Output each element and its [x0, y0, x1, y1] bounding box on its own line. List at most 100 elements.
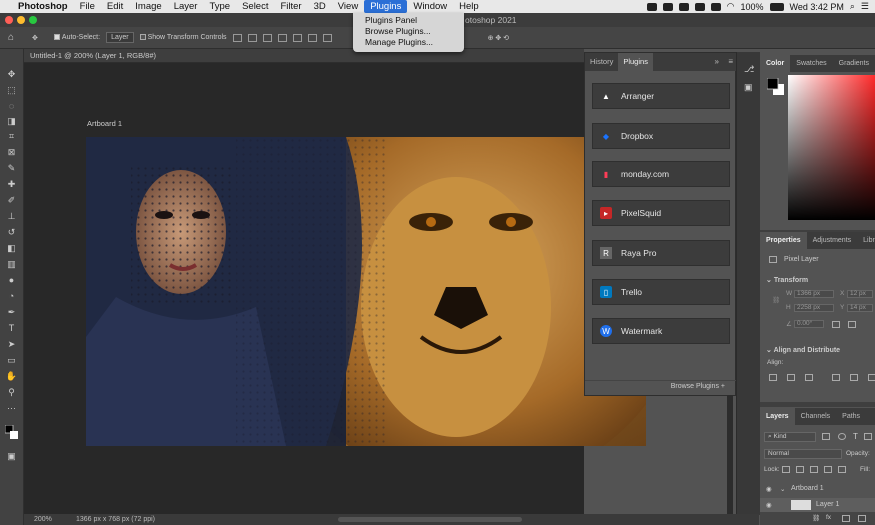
align-right-icon[interactable]: [262, 33, 272, 42]
plugin-pixelsquid[interactable]: ▸ PixelSquid: [592, 200, 730, 226]
menu-window[interactable]: Window: [407, 0, 453, 13]
auto-select-dropdown[interactable]: Layer: [106, 32, 134, 43]
color-picker-field[interactable]: [788, 75, 875, 220]
tab-color[interactable]: Color: [760, 55, 791, 72]
filter-shape-icon[interactable]: [864, 433, 872, 440]
lock-all-icon[interactable]: [838, 466, 846, 473]
layer-filter-dropdown[interactable]: ⌕ Kind: [764, 432, 816, 442]
hand-tool-icon[interactable]: ✋: [5, 371, 18, 382]
transform-section[interactable]: ⌄ Transform: [766, 276, 808, 284]
creative-cloud-icon[interactable]: [646, 2, 657, 11]
tab-swatches[interactable]: Swatches: [790, 55, 832, 72]
align-horizontal-centers-icon[interactable]: [787, 374, 795, 381]
pen-tool-icon[interactable]: ✒: [5, 307, 18, 318]
panel-menu-icon[interactable]: ≡: [728, 57, 733, 66]
layer-row-artboard[interactable]: ◉ ⌄ Artboard 1: [760, 482, 875, 497]
plugin-arranger[interactable]: ▲ Arranger: [592, 83, 730, 109]
blur-tool-icon[interactable]: ●: [5, 275, 18, 286]
tab-layers[interactable]: Layers: [760, 408, 795, 425]
filter-pixel-icon[interactable]: [822, 433, 830, 440]
align-left-edges-icon[interactable]: [769, 374, 777, 381]
new-layer-icon[interactable]: [858, 515, 866, 522]
menu-app-photoshop[interactable]: Photoshop: [12, 0, 74, 13]
vertical-scrollbar[interactable]: [727, 395, 733, 514]
link-icon[interactable]: ⛓: [772, 296, 780, 304]
battery-icon[interactable]: [769, 2, 784, 11]
object-select-tool-icon[interactable]: ◨: [5, 116, 18, 127]
screen-icon[interactable]: [710, 2, 721, 11]
filter-adjustment-icon[interactable]: [838, 433, 846, 440]
shield-icon[interactable]: [694, 2, 705, 11]
x-field[interactable]: 12 px: [847, 290, 873, 298]
plugins-strip-icon[interactable]: ⎇: [744, 64, 754, 75]
link-layers-icon[interactable]: ⛓: [812, 514, 820, 522]
show-transform-controls-checkbox[interactable]: Show Transform Controls: [139, 34, 227, 41]
edit-toolbar-icon[interactable]: ···: [5, 403, 18, 414]
visibility-eye-icon[interactable]: ◉: [766, 501, 772, 509]
flip-vertical-icon[interactable]: [848, 321, 856, 328]
plugin-strip-icon[interactable]: ▣: [744, 82, 753, 93]
tab-plugins[interactable]: Plugins: [618, 53, 653, 71]
angle-field[interactable]: 0.00°: [794, 320, 824, 328]
frame-tool-icon[interactable]: ⊠: [5, 147, 18, 158]
visibility-eye-icon[interactable]: ◉: [766, 485, 772, 493]
search-icon[interactable]: ⌕: [850, 1, 855, 12]
plugin-watermark[interactable]: W Watermark: [592, 318, 730, 344]
align-middle-icon[interactable]: [292, 33, 302, 42]
crop-tool-icon[interactable]: ⌗: [5, 131, 18, 142]
dropbox-status-icon[interactable]: [662, 2, 673, 11]
zoom-window-button[interactable]: [29, 16, 37, 24]
clock[interactable]: Wed 3:42 PM: [790, 2, 844, 12]
zoom-tool-icon[interactable]: ⚲: [5, 387, 18, 398]
align-top-edges-icon[interactable]: [832, 374, 840, 381]
menu-type[interactable]: Type: [203, 0, 236, 13]
tab-adjustments[interactable]: Adjustments: [807, 232, 858, 249]
align-right-edges-icon[interactable]: [805, 374, 813, 381]
dodge-tool-icon[interactable]: ◔: [5, 291, 18, 302]
brush-tool-icon[interactable]: ✐: [5, 195, 18, 206]
wifi-icon[interactable]: ◠: [727, 1, 735, 12]
align-bottom-edges-icon[interactable]: [868, 374, 875, 381]
eyedropper-tool-icon[interactable]: ✎: [5, 163, 18, 174]
align-left-icon[interactable]: [232, 33, 242, 42]
horizontal-scrollbar[interactable]: [338, 517, 522, 522]
screen-mode-icon[interactable]: ▣: [5, 451, 18, 462]
eraser-tool-icon[interactable]: ◧: [5, 243, 18, 254]
close-window-button[interactable]: [5, 16, 13, 24]
lock-image-icon[interactable]: [796, 466, 804, 473]
menu-item-plugins-panel[interactable]: Plugins Panel: [353, 15, 464, 26]
menu-plugins[interactable]: Plugins: [364, 0, 408, 13]
minimize-window-button[interactable]: [17, 16, 25, 24]
layer-row-layer1[interactable]: ◉ Layer 1: [760, 498, 875, 512]
menu-image[interactable]: Image: [129, 0, 167, 13]
plugin-monday[interactable]: ▮ monday.com: [592, 161, 730, 187]
menu-select[interactable]: Select: [236, 0, 274, 13]
fg-bg-color-icon[interactable]: [766, 77, 785, 98]
home-icon[interactable]: ⌂: [8, 32, 14, 43]
tab-gradients[interactable]: Gradients: [833, 55, 875, 72]
menu-edit[interactable]: Edit: [101, 0, 129, 13]
mask-icon[interactable]: [842, 515, 850, 522]
align-vertical-centers-icon[interactable]: [850, 374, 858, 381]
browse-plugins-button[interactable]: Browse Plugins +: [671, 383, 725, 390]
blend-mode-dropdown[interactable]: Normal: [764, 449, 842, 459]
align-center-icon[interactable]: [247, 33, 257, 42]
lock-artboard-icon[interactable]: [824, 466, 832, 473]
y-field[interactable]: 14 px: [847, 304, 873, 312]
tab-paths[interactable]: Paths: [836, 408, 866, 425]
auto-select-checkbox[interactable]: Auto-Select:: [53, 34, 100, 41]
fx-icon[interactable]: fx: [826, 514, 831, 521]
tab-history[interactable]: History: [585, 53, 618, 71]
lock-position-icon[interactable]: [810, 466, 818, 473]
move-tool-icon[interactable]: ✥: [5, 69, 18, 80]
menu-3d[interactable]: 3D: [308, 0, 332, 13]
plugin-raya-pro[interactable]: R Raya Pro: [592, 240, 730, 266]
collapse-panel-icon[interactable]: »: [715, 57, 719, 66]
menu-file[interactable]: File: [74, 0, 101, 13]
control-center-icon[interactable]: ☰: [861, 1, 869, 12]
history-brush-tool-icon[interactable]: ↺: [5, 227, 18, 238]
plugin-dropbox[interactable]: ◆ Dropbox: [592, 123, 730, 149]
width-field[interactable]: 1366 px: [794, 290, 834, 298]
filter-type-icon[interactable]: T: [853, 432, 858, 441]
artwork-image[interactable]: [86, 137, 646, 446]
